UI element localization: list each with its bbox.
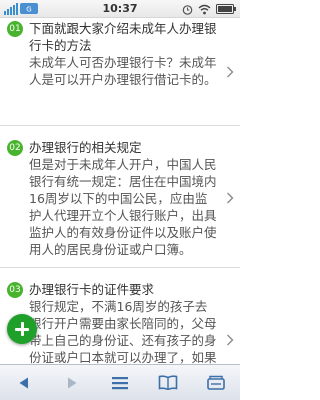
tabs-button[interactable] — [201, 371, 231, 395]
list-item[interactable]: 01 下面就跟大家介绍未成年人办理银行卡的方法 未成年人可否办理银行卡？未成年人… — [0, 18, 240, 126]
item-body: 但是对于未成年人开户，中国人民银行有统一规定：居住在中国境内16周岁以下的中国公… — [29, 157, 217, 257]
item-title: 办理银行卡的证件要求 — [29, 282, 155, 297]
tabs-icon — [207, 375, 225, 390]
wifi-icon — [198, 4, 211, 14]
chevron-right-icon — [227, 192, 234, 204]
item-title: 下面就跟大家介绍未成年人办理银行卡的方法 — [29, 21, 217, 53]
menu-icon — [112, 376, 128, 389]
battery-icon — [216, 4, 236, 14]
list-item[interactable]: 02 办理银行的相关规定 但是对于未成年人开户，中国人民银行有统一规定：居住在中… — [0, 126, 240, 268]
chevron-right-icon — [227, 66, 234, 78]
item-body: 银行规定，不满16周岁的孩子去银行开户需要由家长陪同的，父母带上自己的身份证、还… — [29, 299, 217, 364]
bookmarks-button[interactable] — [153, 371, 183, 395]
status-bar: G 10:37 — [0, 0, 240, 18]
browser-toolbar — [0, 364, 240, 400]
item-number-badge: 01 — [7, 21, 23, 37]
back-button[interactable] — [9, 371, 39, 395]
list-item[interactable]: 03 办理银行卡的证件要求 银行规定，不满16周岁的孩子去银行开户需要由家长陪同… — [0, 268, 240, 364]
menu-button[interactable] — [105, 371, 135, 395]
add-button[interactable] — [7, 314, 37, 344]
forward-arrow-icon — [68, 377, 77, 388]
item-number-badge: 02 — [7, 140, 23, 156]
item-body: 未成年人可否办理银行卡？未成年人是可以开户办理银行借记卡的。 — [29, 55, 217, 87]
forward-button[interactable] — [57, 371, 87, 395]
content-list: 01 下面就跟大家介绍未成年人办理银行卡的方法 未成年人可否办理银行卡？未成年人… — [0, 18, 240, 364]
alarm-icon — [182, 4, 193, 15]
chevron-right-icon — [227, 334, 234, 346]
bookmarks-icon — [158, 375, 178, 390]
item-number-badge: 03 — [7, 282, 23, 298]
back-arrow-icon — [19, 377, 28, 388]
item-title: 办理银行的相关规定 — [29, 140, 142, 155]
